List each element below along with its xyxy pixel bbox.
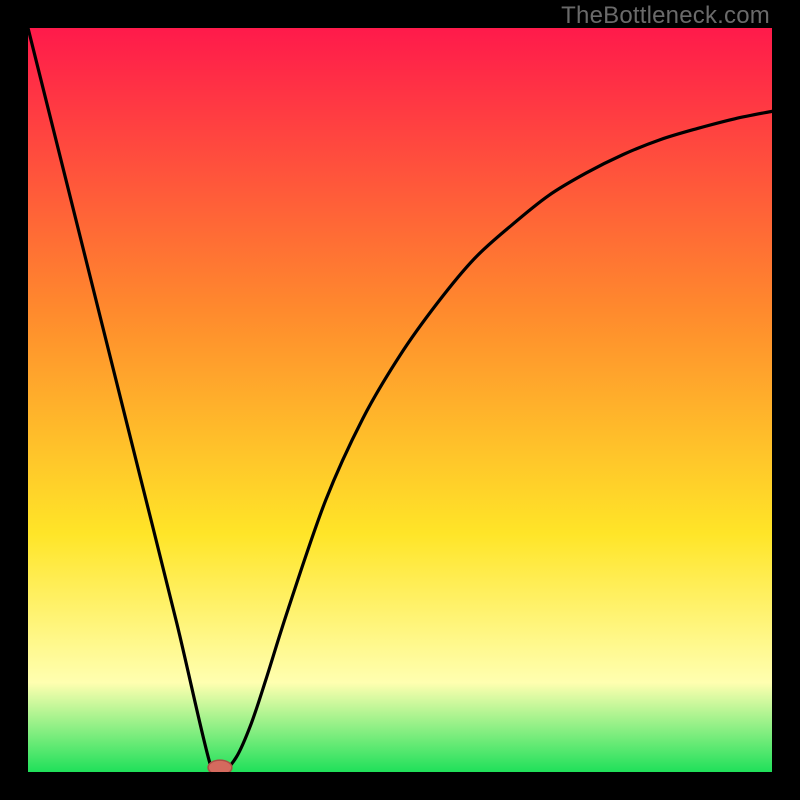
bottleneck-chart (28, 28, 772, 772)
optimum-marker (208, 760, 232, 772)
chart-frame (28, 28, 772, 772)
watermark-text: TheBottleneck.com (561, 2, 770, 30)
